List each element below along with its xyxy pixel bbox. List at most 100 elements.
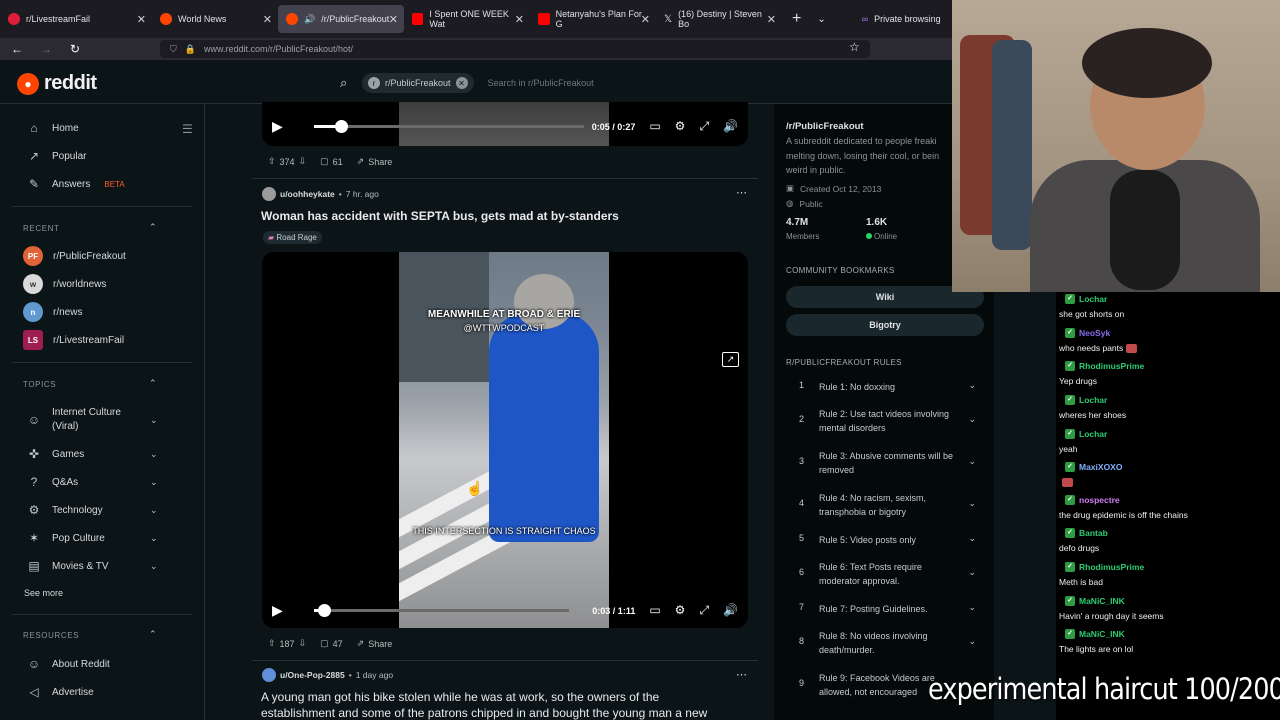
fullscreen-icon[interactable]: ⤢ <box>699 603 709 618</box>
user-avatar[interactable] <box>262 668 276 682</box>
sidebar-item-about-reddit[interactable]: ☺ About Reddit <box>26 656 110 672</box>
close-icon[interactable]: ✕ <box>515 13 524 26</box>
chevron-down-icon[interactable]: ⌄ <box>968 636 976 647</box>
rule-item[interactable]: 6 Rule 6: Text Posts require moderator a… <box>786 560 976 588</box>
rule-item[interactable]: 2 Rule 2: Use tact videos involving ment… <box>786 407 976 435</box>
chevron-down-icon[interactable]: ⌄ <box>968 380 976 391</box>
downvote-icon[interactable]: ⇩ <box>299 156 307 167</box>
sidebar-topic-pop-culture[interactable]: ✶ Pop Culture ⌄ <box>26 530 158 546</box>
video-progress-knob[interactable] <box>335 120 348 133</box>
chat-username[interactable]: ✓ MaNiC_INK <box>1065 596 1164 606</box>
sidebar-item-popular[interactable]: ↗ Popular <box>26 148 87 164</box>
search-bar[interactable]: ⌕ r r/PublicFreakout ✕ Search in r/Publi… <box>340 71 760 95</box>
upvote-icon[interactable]: ⇧ <box>268 156 276 167</box>
video-progress-bar[interactable] <box>314 120 584 133</box>
chat-username[interactable]: ✓ RhodimusPrime <box>1065 361 1144 371</box>
chat-username[interactable]: ✓ NeoSyk <box>1065 328 1137 338</box>
browser-tab[interactable]: Netanyahu's Plan For G ✕ <box>530 0 656 38</box>
settings-gear-icon[interactable]: ⚙ <box>675 603 686 618</box>
sidebar-topic-games[interactable]: ✜ Games ⌄ <box>26 446 158 462</box>
browser-tab[interactable]: I Spent ONE WEEK Wat ✕ <box>404 0 530 38</box>
more-options-icon[interactable]: ⋯ <box>736 186 747 199</box>
close-icon[interactable]: ✕ <box>263 13 272 26</box>
rule-item[interactable]: 5 Rule 5: Video posts only ⌄ <box>786 533 976 547</box>
chevron-down-icon[interactable]: ⌄ <box>150 561 158 572</box>
close-icon[interactable]: ✕ <box>137 13 146 26</box>
sidebar-item-home[interactable]: ⌂ Home <box>26 120 78 136</box>
chat-username[interactable]: ✓ RhodimusPrime <box>1065 562 1144 572</box>
volume-icon[interactable]: 🔊 <box>723 119 738 134</box>
forward-arrow-icon[interactable]: → <box>34 42 58 56</box>
post-title[interactable]: Woman has accident with SEPTA bus, gets … <box>261 209 619 223</box>
list-tabs-chevron-icon[interactable]: ⌄ <box>817 14 825 25</box>
sidebar-topic-movies-tv[interactable]: ▤ Movies & TV ⌄ <box>26 558 157 574</box>
video-player[interactable]: MEANWHILE AT BROAD & ERIE @WTTWPODCAST T… <box>262 252 748 628</box>
post-title[interactable]: A young man got his bike stolen while he… <box>261 690 659 704</box>
comments-button[interactable]: ▢ 61 <box>320 156 343 167</box>
rule-item[interactable]: 7 Rule 7: Posting Guidelines. ⌄ <box>786 602 976 616</box>
volume-icon[interactable]: 🔊 <box>723 603 738 618</box>
chevron-down-icon[interactable]: ⌄ <box>150 415 158 426</box>
play-icon[interactable]: ▶ <box>272 118 298 135</box>
url-bar[interactable]: ⛉ 🔒 www.reddit.com/r/PublicFreakout/hot/ <box>160 40 870 58</box>
bookmark-star-icon[interactable]: ☆ <box>849 40 860 54</box>
sidebar-topic-technology[interactable]: ⚙ Technology ⌄ <box>26 502 158 518</box>
browser-tab-active[interactable]: 🔊 /r/PublicFreakout ✕ <box>278 5 404 33</box>
browser-tab[interactable]: 𝕏 (16) Destiny | Steven Bo ✕ <box>656 0 782 38</box>
chat-username[interactable]: ✓ Lochar <box>1065 429 1107 439</box>
url-text[interactable]: www.reddit.com/r/PublicFreakout/hot/ <box>204 44 353 54</box>
search-scope-chip[interactable]: r r/PublicFreakout ✕ <box>362 73 474 93</box>
chat-username[interactable]: ✓ nospectre <box>1065 495 1188 505</box>
captions-icon[interactable]: ▭ <box>649 119 660 134</box>
settings-gear-icon[interactable]: ⚙ <box>675 119 686 134</box>
fullscreen-icon[interactable]: ⤢ <box>699 119 709 134</box>
downvote-icon[interactable]: ⇩ <box>299 638 307 649</box>
post-author[interactable]: u/One-Pop-2885 <box>280 670 345 680</box>
chat-username[interactable]: ✓ Lochar <box>1065 294 1124 304</box>
video-progress-bar[interactable] <box>314 604 569 617</box>
chevron-up-icon[interactable]: ⌃ <box>149 222 157 233</box>
captions-icon[interactable]: ▭ <box>649 603 660 618</box>
chevron-up-icon[interactable]: ⌃ <box>149 629 157 640</box>
comments-button[interactable]: ▢ 47 <box>320 638 343 649</box>
play-icon[interactable]: ▶ <box>272 602 298 619</box>
sidebar-topic-internet-culture[interactable]: ☺ Internet Culture (Viral) ⌄ <box>26 406 158 434</box>
post-flair[interactable]: ▰ Road Rage <box>263 231 322 244</box>
chat-username[interactable]: ✓ Bantab <box>1065 528 1108 538</box>
share-button[interactable]: ⇗ Share <box>357 156 393 167</box>
rule-item[interactable]: 1 Rule 1: No doxxing ⌄ <box>786 380 976 394</box>
chevron-down-icon[interactable]: ⌄ <box>150 477 158 488</box>
video-progress-knob[interactable] <box>318 604 331 617</box>
collapse-sidebar-icon[interactable]: ☰ <box>182 122 193 136</box>
chat-username[interactable]: ✓ MaNiC_INK <box>1065 629 1133 639</box>
rule-item[interactable]: 3 Rule 3: Abusive comments will be remov… <box>786 449 976 477</box>
new-tab-button[interactable]: + <box>792 10 801 28</box>
speaker-icon[interactable]: 🔊 <box>304 14 315 25</box>
sidebar-item-advertise[interactable]: ◁ Advertise <box>26 684 93 700</box>
close-icon[interactable]: ✕ <box>767 13 776 26</box>
rule-item[interactable]: 4 Rule 4: No racism, sexism, transphobia… <box>786 491 976 519</box>
see-more-link[interactable]: See more <box>24 588 63 598</box>
chevron-down-icon[interactable]: ⌄ <box>150 449 158 460</box>
bookmark-bigotry-button[interactable]: Bigotry <box>786 314 984 336</box>
browser-tab[interactable]: r/LivestreamFail ✕ <box>0 0 152 38</box>
expand-icon[interactable]: ↗ <box>722 352 739 367</box>
clear-scope-icon[interactable]: ✕ <box>455 77 468 89</box>
share-button[interactable]: ⇗ Share <box>357 638 393 649</box>
search-input[interactable]: Search in r/PublicFreakout <box>488 78 594 88</box>
lock-icon[interactable]: 🔒 <box>185 44 196 55</box>
chevron-down-icon[interactable]: ⌄ <box>968 414 976 425</box>
chevron-up-icon[interactable]: ⌃ <box>149 378 157 389</box>
sidebar-item-answers[interactable]: ✎ Answers BETA <box>26 176 125 192</box>
close-icon[interactable]: ✕ <box>641 13 650 26</box>
post-title[interactable]: establishment and some of the patrons ch… <box>261 706 707 720</box>
close-icon[interactable]: ✕ <box>389 13 398 26</box>
chevron-down-icon[interactable]: ⌄ <box>968 456 976 467</box>
chevron-down-icon[interactable]: ⌄ <box>150 533 158 544</box>
back-arrow-icon[interactable]: ← <box>5 42 29 56</box>
sidebar-item-worldnews[interactable]: w r/worldnews <box>23 274 106 294</box>
user-avatar[interactable] <box>262 187 276 201</box>
sidebar-item-news[interactable]: n r/news <box>23 302 82 322</box>
sidebar-item-publicfreakout[interactable]: PF r/PublicFreakout <box>23 246 126 266</box>
reddit-logo[interactable]: ● reddit <box>17 72 97 95</box>
